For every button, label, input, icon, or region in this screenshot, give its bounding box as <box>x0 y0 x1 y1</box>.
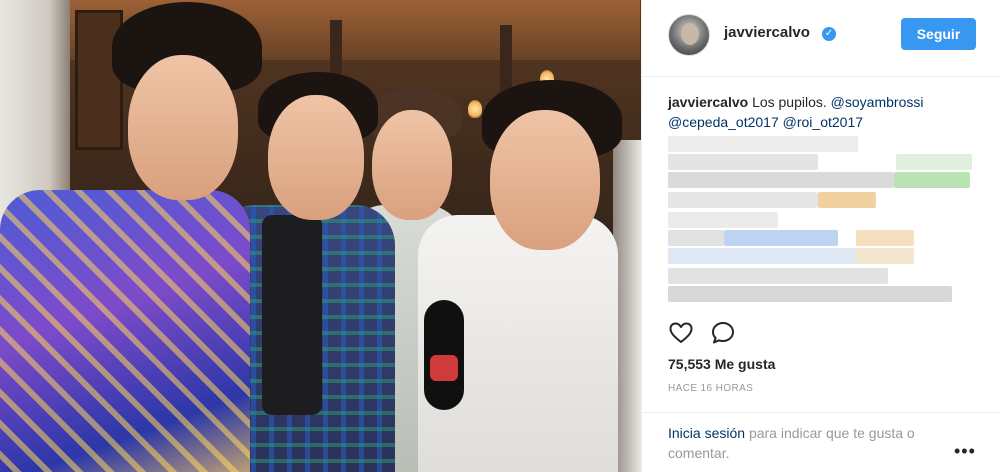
avatar[interactable] <box>668 14 710 56</box>
username-link[interactable]: javviercalvo <box>724 24 810 41</box>
photo-lamp <box>468 100 482 118</box>
pixelated-comments <box>668 134 978 310</box>
login-link[interactable]: Inicia sesión <box>668 425 745 441</box>
follow-button[interactable]: Seguir <box>901 18 976 50</box>
verified-badge-icon: ✓ <box>822 27 836 41</box>
more-options-icon[interactable]: ••• <box>954 441 976 462</box>
mention-link[interactable]: @soyambrossi <box>831 94 924 110</box>
comment-bubble-icon[interactable] <box>710 320 736 346</box>
post-header: javviercalvo ✓ Seguir <box>642 0 1000 77</box>
caption-text: Los pupilos. <box>752 94 827 110</box>
caption-username-link[interactable]: javviercalvo <box>668 94 748 110</box>
post-photo[interactable] <box>0 0 641 472</box>
login-prompt: Inicia sesión para indicar que te gusta … <box>668 423 958 463</box>
post-caption: javviercalvo Los pupilos. @soyambrossi @… <box>668 92 988 132</box>
post-timestamp[interactable]: HACE 16 HORAS <box>668 383 753 394</box>
heart-icon[interactable] <box>668 320 694 346</box>
likes-count[interactable]: 75,553 Me gusta <box>668 356 775 372</box>
post-footer: Inicia sesión para indicar que te gusta … <box>642 412 1000 472</box>
mention-link[interactable]: @cepeda_ot2017 <box>668 114 779 130</box>
mention-link[interactable]: @roi_ot2017 <box>783 114 863 130</box>
post-side-panel: javviercalvo ✓ Seguir javviercalvo Los p… <box>641 0 1000 472</box>
